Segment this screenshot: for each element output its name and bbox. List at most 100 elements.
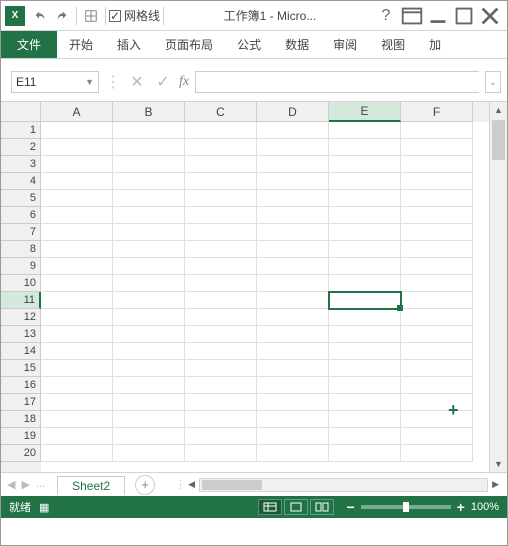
cell[interactable] — [185, 428, 257, 445]
page-layout-view-button[interactable] — [284, 499, 308, 515]
sheet-next-button[interactable]: ▶ — [21, 478, 29, 491]
cell[interactable] — [257, 377, 329, 394]
maximize-button[interactable] — [451, 5, 477, 27]
row-header[interactable]: 15 — [1, 360, 41, 377]
cells-area[interactable] — [41, 122, 489, 472]
column-header[interactable]: E — [329, 102, 401, 122]
cell[interactable] — [113, 428, 185, 445]
cell[interactable] — [41, 343, 113, 360]
scroll-thumb[interactable] — [202, 480, 262, 490]
row-header[interactable]: 19 — [1, 428, 41, 445]
cell[interactable] — [185, 411, 257, 428]
cell[interactable] — [401, 377, 473, 394]
cell[interactable] — [113, 292, 185, 309]
cell[interactable] — [401, 190, 473, 207]
row-header[interactable]: 10 — [1, 275, 41, 292]
cell[interactable] — [401, 343, 473, 360]
cell[interactable] — [401, 122, 473, 139]
row-header[interactable]: 20 — [1, 445, 41, 462]
cancel-formula-button[interactable]: ✕ — [127, 72, 147, 92]
scroll-track[interactable] — [199, 478, 488, 492]
cell[interactable] — [185, 207, 257, 224]
cell[interactable] — [185, 445, 257, 462]
cell[interactable] — [185, 309, 257, 326]
column-header[interactable]: D — [257, 102, 329, 122]
cell[interactable] — [41, 292, 113, 309]
cell[interactable] — [113, 360, 185, 377]
column-header[interactable]: F — [401, 102, 473, 122]
cell[interactable] — [401, 411, 473, 428]
cell[interactable] — [329, 275, 401, 292]
cell[interactable] — [113, 190, 185, 207]
tab-review[interactable]: 审阅 — [321, 31, 369, 58]
horizontal-scrollbar[interactable]: ⋮ ◀ ▶ — [175, 478, 507, 492]
cell[interactable] — [113, 343, 185, 360]
cell[interactable] — [257, 139, 329, 156]
row-header[interactable]: 4 — [1, 173, 41, 190]
sheet-prev-button[interactable]: ◀ — [7, 478, 15, 491]
fx-label[interactable]: fx — [179, 74, 189, 90]
scroll-down-button[interactable]: ▼ — [490, 456, 507, 472]
zoom-in-button[interactable]: + — [457, 499, 465, 515]
cell[interactable] — [185, 139, 257, 156]
column-header[interactable]: C — [185, 102, 257, 122]
cell[interactable] — [113, 122, 185, 139]
row-header[interactable]: 9 — [1, 258, 41, 275]
cell[interactable] — [185, 377, 257, 394]
row-header[interactable]: 3 — [1, 156, 41, 173]
cell[interactable] — [41, 428, 113, 445]
enter-formula-button[interactable]: ✓ — [153, 72, 173, 92]
formula-input[interactable] — [195, 71, 479, 93]
tab-file[interactable]: 文件 — [1, 31, 57, 58]
cell[interactable] — [41, 139, 113, 156]
tab-data[interactable]: 数据 — [273, 31, 321, 58]
cell[interactable] — [401, 241, 473, 258]
tab-page-layout[interactable]: 页面布局 — [153, 31, 225, 58]
split-handle[interactable]: ⋮ — [175, 478, 186, 491]
row-header[interactable]: 13 — [1, 326, 41, 343]
scroll-up-button[interactable]: ▲ — [490, 102, 507, 118]
cell[interactable] — [185, 360, 257, 377]
row-header[interactable]: 2 — [1, 139, 41, 156]
macro-record-icon[interactable]: ▦ — [39, 501, 49, 514]
row-header[interactable]: 1 — [1, 122, 41, 139]
cell[interactable] — [329, 428, 401, 445]
cell[interactable] — [257, 428, 329, 445]
cell[interactable] — [113, 207, 185, 224]
cell[interactable] — [185, 156, 257, 173]
zoom-slider-thumb[interactable] — [403, 502, 409, 512]
cell[interactable] — [257, 241, 329, 258]
cell[interactable] — [257, 258, 329, 275]
expand-formula-button[interactable]: ⌄ — [485, 71, 501, 93]
cell[interactable] — [113, 326, 185, 343]
cell[interactable] — [401, 139, 473, 156]
cell[interactable] — [257, 156, 329, 173]
cell[interactable] — [41, 309, 113, 326]
column-header[interactable]: B — [113, 102, 185, 122]
cell[interactable] — [329, 343, 401, 360]
cell[interactable] — [329, 173, 401, 190]
cell[interactable] — [113, 377, 185, 394]
cell[interactable] — [41, 122, 113, 139]
cell[interactable] — [257, 445, 329, 462]
scroll-thumb[interactable] — [492, 120, 505, 160]
cell[interactable] — [329, 292, 401, 309]
cell[interactable] — [113, 258, 185, 275]
cell[interactable] — [329, 156, 401, 173]
cell[interactable] — [185, 173, 257, 190]
zoom-out-button[interactable]: − — [346, 499, 354, 515]
cell[interactable] — [401, 360, 473, 377]
cell[interactable] — [113, 156, 185, 173]
cell[interactable] — [41, 173, 113, 190]
minimize-button[interactable] — [425, 5, 451, 27]
cell[interactable] — [185, 224, 257, 241]
cell[interactable] — [185, 190, 257, 207]
row-header[interactable]: 12 — [1, 309, 41, 326]
cell[interactable] — [41, 360, 113, 377]
cell[interactable] — [257, 309, 329, 326]
cell[interactable] — [257, 190, 329, 207]
cell[interactable] — [113, 309, 185, 326]
cell[interactable] — [401, 445, 473, 462]
column-header[interactable]: A — [41, 102, 113, 122]
tab-formulas[interactable]: 公式 — [225, 31, 273, 58]
